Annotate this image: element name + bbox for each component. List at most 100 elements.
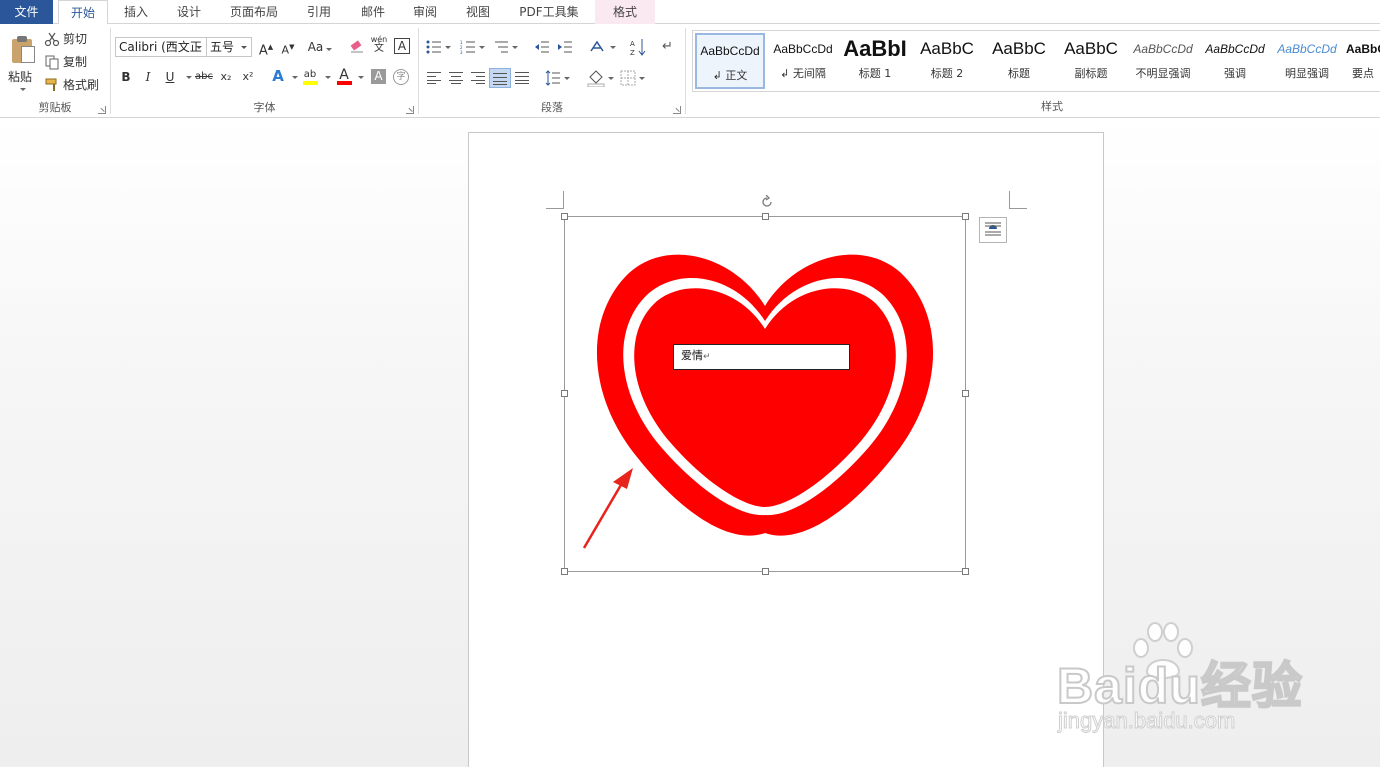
style-title[interactable]: AaBbC 标题 — [984, 33, 1054, 89]
tab-references[interactable]: 引用 — [294, 0, 344, 24]
show-hide-marks-button[interactable]: ↵ — [662, 39, 673, 54]
phonetic-guide-button[interactable]: wén 文 — [370, 35, 388, 54]
highlight-dropdown-icon[interactable] — [325, 76, 331, 79]
borders-button[interactable] — [620, 70, 645, 86]
bullets-button[interactable] — [426, 40, 451, 54]
align-center-button[interactable] — [449, 72, 463, 84]
style-intense-emphasis[interactable]: AaBbCcDd 明显强调 — [1272, 33, 1342, 89]
rotate-handle-icon[interactable] — [760, 195, 774, 209]
tab-file[interactable]: 文件 — [0, 0, 53, 24]
style-normal[interactable]: AaBbCcDd ↲ 正文 — [695, 33, 765, 89]
tab-home[interactable]: 开始 — [58, 0, 108, 25]
bold-button[interactable]: B — [117, 68, 135, 86]
highlight-button[interactable]: ab — [301, 66, 319, 85]
underline-button[interactable]: U — [161, 68, 179, 86]
strikethrough-button[interactable]: abc — [193, 68, 215, 86]
resize-handle-s[interactable] — [762, 568, 769, 575]
tab-design[interactable]: 设计 — [164, 0, 214, 24]
increase-indent-button[interactable] — [557, 40, 573, 54]
clipboard-group-label: 剪贴板 — [38, 101, 72, 114]
paragraph-launcher-icon[interactable] — [673, 106, 681, 114]
tab-mailings[interactable]: 邮件 — [348, 0, 398, 24]
style-no-spacing[interactable]: AaBbCcDd ↲ 无间隔 — [768, 33, 838, 89]
line-spacing-button[interactable] — [545, 70, 570, 86]
paint-bucket-icon — [587, 70, 605, 87]
clear-formatting-button[interactable] — [348, 38, 366, 56]
style-name: 要点 — [1352, 67, 1374, 80]
resize-handle-e[interactable] — [962, 390, 969, 397]
resize-handle-se[interactable] — [962, 568, 969, 575]
style-emphasis[interactable]: AaBbCcDd 强调 — [1200, 33, 1270, 89]
font-size-value: 五号 — [210, 40, 235, 54]
document-page[interactable]: 爱情↵ — [468, 132, 1104, 767]
tab-insert[interactable]: 插入 — [110, 0, 162, 24]
resize-handle-ne[interactable] — [962, 213, 969, 220]
font-name-combo[interactable]: Calibri (西文正 — [115, 37, 207, 57]
justify-button[interactable] — [489, 68, 511, 88]
align-left-button[interactable] — [427, 72, 441, 84]
superscript-button[interactable]: x² — [239, 68, 257, 86]
styles-gallery: AaBbCcDd ↲ 正文 AaBbCcDd ↲ 无间隔 AaBbI 标题 1 … — [692, 30, 1380, 92]
format-painter-button[interactable]: 格式刷 — [44, 76, 99, 93]
font-size-combo[interactable]: 五号 — [206, 37, 252, 57]
decrease-indent-button[interactable] — [534, 40, 550, 54]
style-heading-2[interactable]: AaBbC 标题 2 — [912, 33, 982, 89]
multilevel-list-button[interactable] — [493, 40, 518, 54]
resize-handle-nw[interactable] — [561, 213, 568, 220]
sort-button[interactable]: AZ — [630, 38, 646, 56]
enclose-characters-button[interactable]: 字 — [393, 69, 409, 85]
tab-review[interactable]: 审阅 — [400, 0, 450, 24]
resize-handle-sw[interactable] — [561, 568, 568, 575]
annotation-arrow-icon — [582, 468, 633, 549]
font-name-value: Calibri (西文正 — [119, 40, 202, 54]
text-effects-button[interactable]: A — [269, 67, 287, 85]
numbering-button[interactable]: 123 — [460, 40, 485, 54]
layout-options-button[interactable] — [979, 217, 1007, 243]
shrink-font-button[interactable]: A▼ — [279, 38, 297, 57]
format-painter-label: 格式刷 — [63, 78, 100, 92]
tab-view[interactable]: 视图 — [453, 0, 503, 24]
style-name: 标题 1 — [858, 67, 892, 80]
cut-button[interactable]: 剪切 — [44, 30, 87, 47]
heart-textbox[interactable]: 爱情↵ — [673, 344, 850, 370]
style-strong[interactable]: AaBbC 要点 — [1340, 33, 1380, 89]
grow-font-button[interactable]: A▲ — [257, 38, 275, 58]
paste-icon — [10, 36, 36, 64]
font-launcher-icon[interactable] — [406, 106, 414, 114]
font-color-bar — [337, 81, 352, 85]
italic-button[interactable]: I — [139, 68, 157, 86]
chinese-layout-button[interactable] — [589, 39, 616, 55]
style-name: 标题 — [1008, 67, 1030, 80]
character-border-button[interactable]: A — [394, 38, 410, 54]
style-preview: AaBbC — [992, 39, 1046, 58]
style-preview: AaBbCcDd — [1133, 42, 1193, 56]
paste-button[interactable]: 粘贴 — [2, 28, 42, 94]
copy-button[interactable]: 复制 — [44, 53, 87, 70]
resize-handle-w[interactable] — [561, 390, 568, 397]
character-shading-button[interactable]: A — [371, 69, 386, 84]
style-subtitle[interactable]: AaBbC 副标题 — [1056, 33, 1126, 89]
group-clipboard: 粘贴 剪切 复制 格式刷 剪贴板 — [0, 24, 110, 118]
paragraph-group-label: 段落 — [541, 101, 563, 114]
style-preview: AaBbCcDd — [700, 44, 760, 58]
style-name: 强调 — [1224, 67, 1246, 80]
style-preview: AaBbCcDd — [1277, 42, 1337, 56]
distributed-button[interactable] — [515, 72, 529, 84]
underline-dropdown-icon[interactable] — [186, 76, 192, 79]
font-group-label: 字体 — [253, 101, 276, 114]
text-effects-dropdown-icon[interactable] — [292, 76, 298, 79]
resize-handle-n[interactable] — [762, 213, 769, 220]
tab-page-layout[interactable]: 页面布局 — [218, 0, 290, 24]
shading-button[interactable] — [587, 69, 614, 87]
tab-pdf-tools[interactable]: PDF工具集 — [508, 0, 590, 24]
tab-format[interactable]: 格式 — [595, 0, 655, 24]
style-subtle-emphasis[interactable]: AaBbCcDd 不明显强调 — [1128, 33, 1198, 89]
subscript-button[interactable]: x₂ — [217, 68, 235, 86]
align-right-button[interactable] — [471, 72, 485, 84]
chevron-down-icon — [196, 46, 202, 49]
style-heading-1[interactable]: AaBbI 标题 1 — [840, 33, 910, 89]
font-color-button[interactable]: A — [335, 66, 353, 85]
change-case-button[interactable]: Aa — [306, 38, 334, 56]
clipboard-launcher-icon[interactable] — [98, 106, 106, 114]
font-color-dropdown-icon[interactable] — [358, 76, 364, 79]
